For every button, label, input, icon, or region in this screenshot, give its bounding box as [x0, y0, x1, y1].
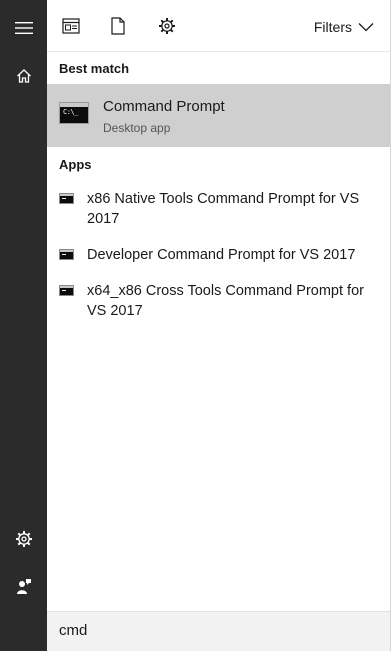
chevron-down-icon	[358, 23, 374, 32]
home-icon[interactable]	[0, 52, 47, 100]
cmd-icon	[59, 249, 74, 260]
settings-icon[interactable]	[0, 515, 47, 563]
search-input[interactable]: cmd	[59, 622, 87, 639]
settings-icon[interactable]	[155, 14, 179, 38]
list-item[interactable]: Developer Command Prompt for VS 2017	[47, 245, 390, 267]
best-match-heading: Best match	[59, 61, 130, 76]
filters-button[interactable]: Filters	[314, 17, 374, 37]
list-item[interactable]: x64_x86 Cross Tools Command Prompt for V…	[47, 281, 390, 323]
apps-view-icon[interactable]	[59, 14, 83, 38]
list-item[interactable]: x86 Native Tools Command Prompt for VS 2…	[47, 189, 390, 231]
best-match-subtitle: Desktop app	[103, 121, 171, 135]
search-toolbar: Filters	[47, 0, 390, 52]
app-label: x86 Native Tools Command Prompt for VS 2…	[87, 191, 360, 227]
apps-heading: Apps	[59, 157, 92, 172]
best-match-item[interactable]: C:\_ Command Prompt Desktop app	[47, 84, 390, 147]
search-panel: Filters Best match C:\_ Command Prompt D…	[47, 0, 391, 651]
search-box[interactable]: cmd	[47, 611, 390, 651]
cmd-icon	[59, 285, 74, 296]
app-label: Developer Command Prompt for VS 2017	[87, 247, 356, 263]
best-match-title: Command Prompt	[103, 98, 225, 115]
cmd-icon	[59, 193, 74, 204]
start-rail	[0, 0, 47, 651]
feedback-icon[interactable]	[0, 563, 47, 611]
cmd-icon: C:\_	[59, 102, 89, 124]
app-label: x64_x86 Cross Tools Command Prompt for V…	[87, 283, 364, 319]
documents-icon[interactable]	[106, 14, 130, 38]
filters-label: Filters	[313, 19, 352, 35]
hamburger-menu-icon[interactable]	[0, 4, 47, 52]
